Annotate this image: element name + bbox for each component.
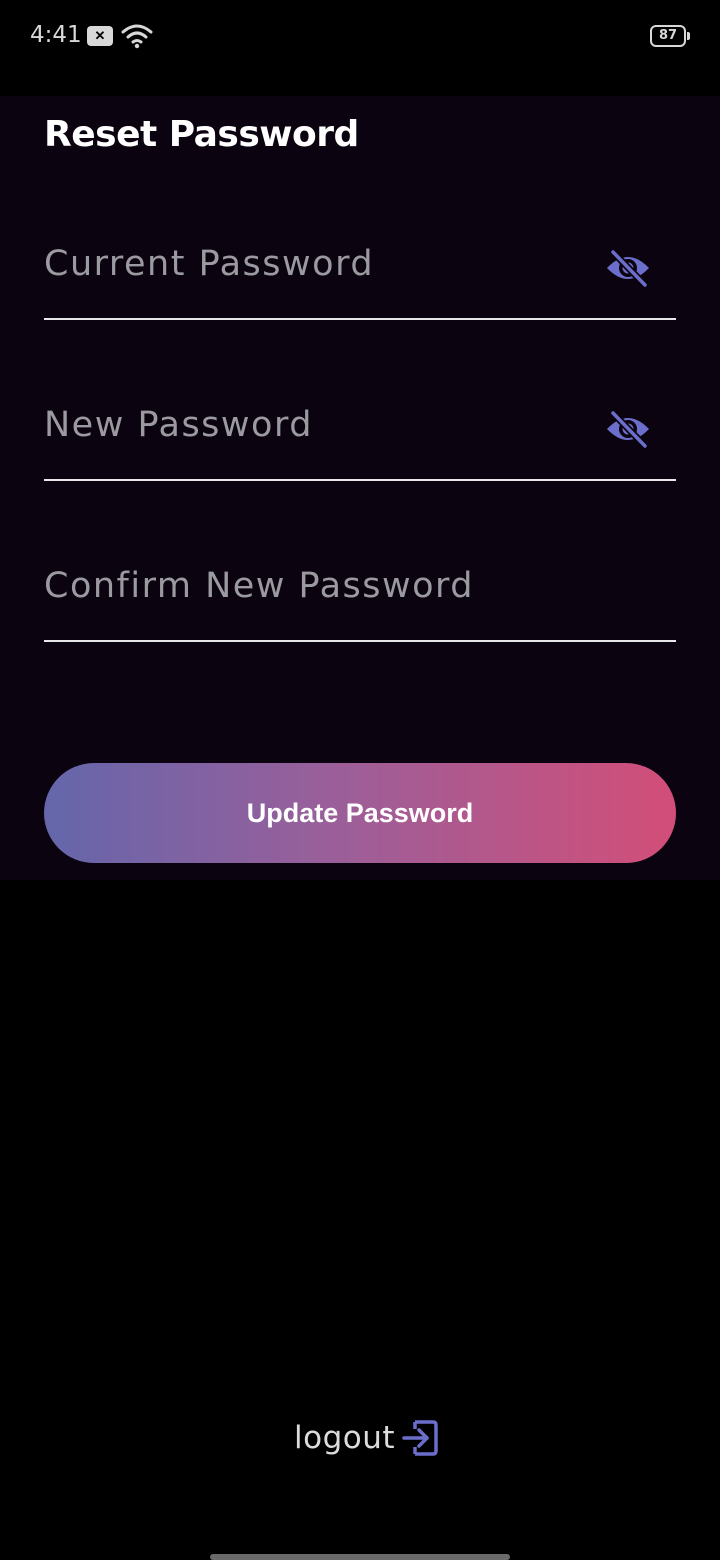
confirm-password-field [44, 532, 676, 642]
battery-icon: 87 [650, 25, 690, 47]
logout-button[interactable]: logout [294, 1416, 439, 1460]
current-password-field [44, 210, 676, 320]
wifi-icon [121, 24, 153, 49]
status-bar: 4:41 87 [0, 0, 720, 72]
eye-off-icon[interactable] [604, 409, 652, 449]
current-password-input[interactable] [44, 210, 604, 318]
update-password-button[interactable]: Update Password [44, 763, 676, 863]
status-time: 4:41 [30, 22, 82, 48]
confirm-password-input[interactable] [44, 532, 604, 640]
logout-label: logout [294, 1420, 396, 1456]
new-password-input[interactable] [44, 371, 604, 479]
page-title: Reset Password [44, 114, 359, 155]
battery-level: 87 [658, 28, 678, 43]
eye-off-icon[interactable] [604, 248, 652, 288]
new-password-field [44, 371, 676, 481]
notification-icon [87, 26, 113, 46]
logout-icon [402, 1420, 438, 1456]
reset-password-card: Reset Password Update Password [0, 96, 720, 880]
home-indicator [210, 1554, 510, 1560]
